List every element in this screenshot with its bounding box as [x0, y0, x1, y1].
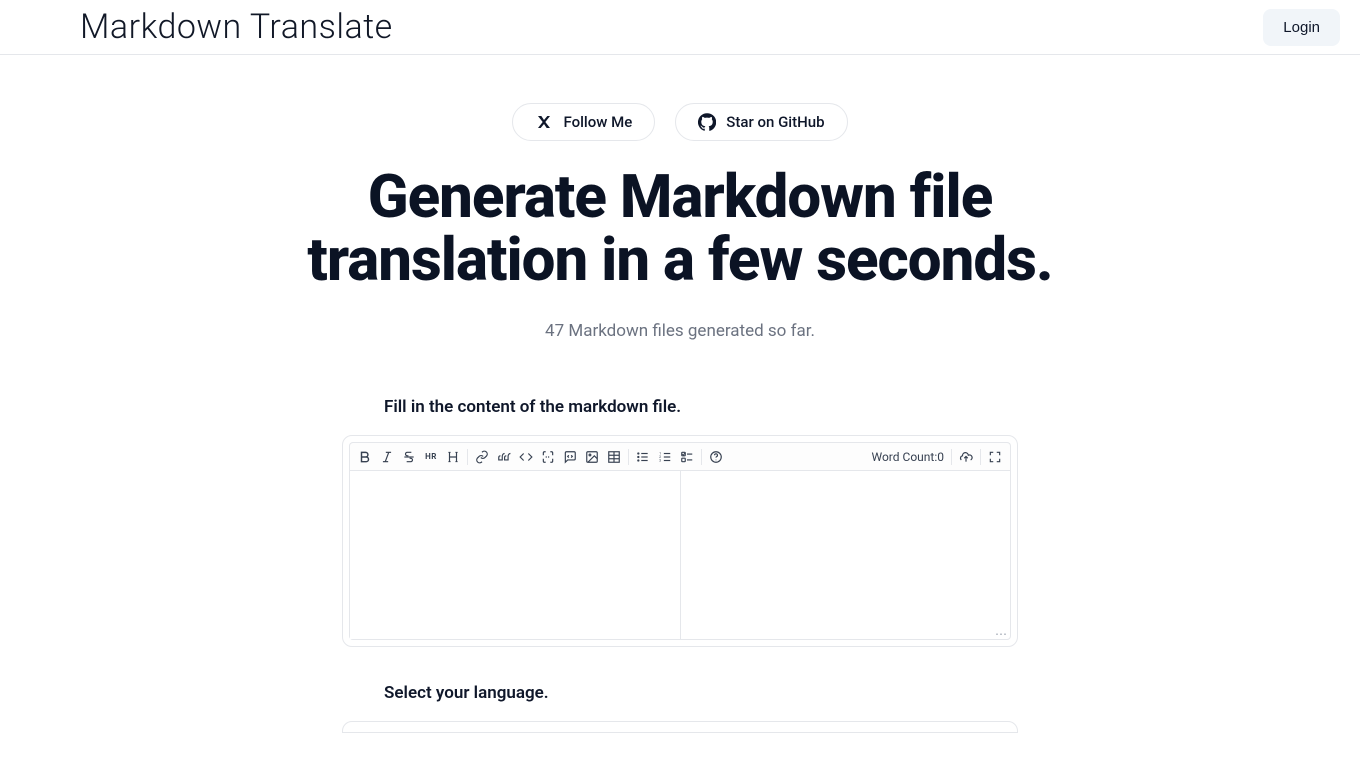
hero-subtitle: 47 Markdown files generated so far.: [545, 321, 815, 341]
toolbar-separator: [467, 449, 468, 465]
unordered-list-icon[interactable]: [632, 446, 654, 468]
editor-preview-pane: [681, 471, 1011, 639]
fullscreen-icon[interactable]: [984, 446, 1006, 468]
editor-toolbar: HR: [349, 442, 1011, 470]
select-language-label: Select your language.: [384, 683, 1018, 703]
editor-panes: ⋯: [349, 470, 1011, 640]
table-icon[interactable]: [603, 446, 625, 468]
strikethrough-icon[interactable]: [398, 446, 420, 468]
link-icon[interactable]: [471, 446, 493, 468]
follow-me-label: Follow Me: [563, 113, 632, 131]
markdown-textarea[interactable]: [350, 471, 680, 639]
hero-title: Generate Markdown file translation in a …: [230, 165, 1130, 291]
heading-icon[interactable]: [442, 446, 464, 468]
header: Markdown Translate Login: [0, 0, 1360, 55]
editor-section: Fill in the content of the markdown file…: [342, 397, 1018, 733]
code-block-icon[interactable]: [537, 446, 559, 468]
italic-icon[interactable]: [376, 446, 398, 468]
word-count-value: 0: [937, 450, 944, 464]
editor-input-pane: [350, 471, 681, 639]
star-github-label: Star on GitHub: [726, 113, 824, 131]
word-count-label: Word Count:: [872, 450, 938, 464]
brand-title: Markdown Translate: [20, 7, 393, 47]
pill-row: Follow Me Star on GitHub: [512, 103, 847, 141]
task-list-icon[interactable]: [676, 446, 698, 468]
language-select[interactable]: [342, 721, 1018, 733]
help-icon[interactable]: [705, 446, 727, 468]
login-button[interactable]: Login: [1263, 9, 1340, 46]
fill-content-label: Fill in the content of the markdown file…: [384, 397, 1018, 417]
image-icon[interactable]: [581, 446, 603, 468]
ordered-list-icon[interactable]: 123: [654, 446, 676, 468]
x-logo-icon: [535, 113, 553, 131]
follow-me-link[interactable]: Follow Me: [512, 103, 655, 141]
toolbar-separator: [980, 449, 981, 465]
upload-icon[interactable]: [955, 446, 977, 468]
resize-handle-icon[interactable]: ⋯: [995, 627, 1008, 641]
bold-icon[interactable]: [354, 446, 376, 468]
comment-icon[interactable]: [559, 446, 581, 468]
horizontal-rule-icon[interactable]: HR: [420, 446, 442, 468]
star-github-link[interactable]: Star on GitHub: [675, 103, 847, 141]
toolbar-separator: [628, 449, 629, 465]
toolbar-separator: [701, 449, 702, 465]
code-icon[interactable]: [515, 446, 537, 468]
svg-text:3: 3: [659, 458, 661, 462]
hero: Follow Me Star on GitHub Generate Markdo…: [0, 55, 1360, 341]
toolbar-separator: [951, 449, 952, 465]
word-count: Word Count:0: [872, 450, 949, 464]
quote-icon[interactable]: [493, 446, 515, 468]
github-icon: [698, 113, 716, 131]
markdown-editor: HR: [342, 435, 1018, 647]
